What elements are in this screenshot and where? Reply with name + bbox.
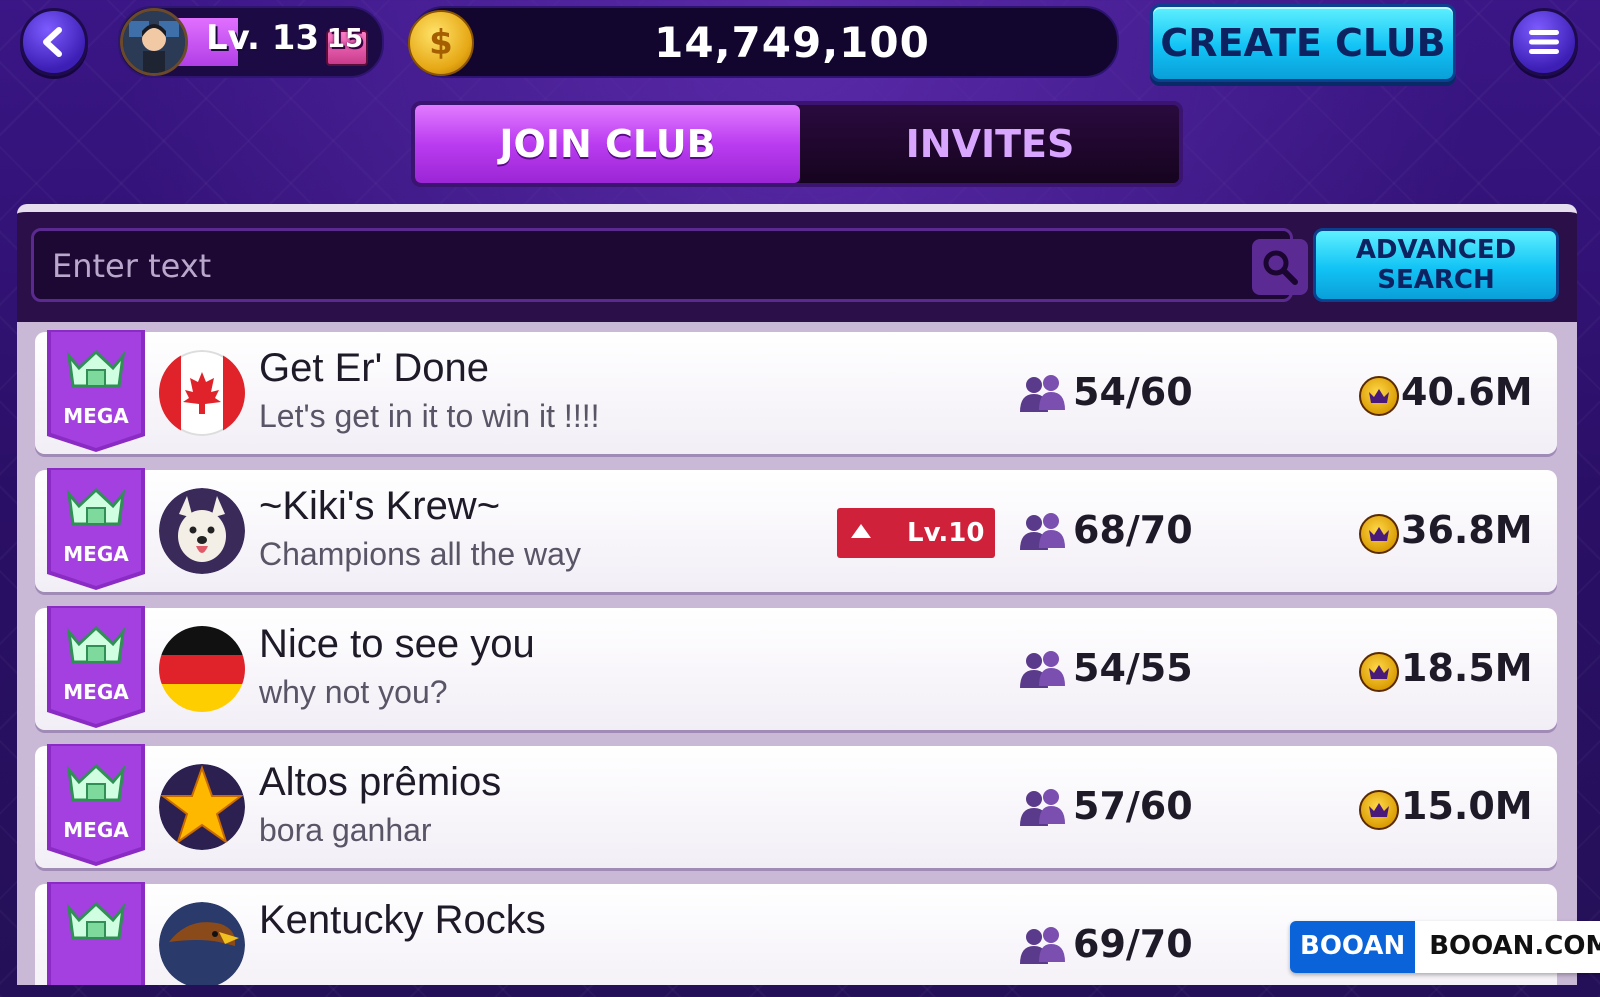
- club-name: Nice to see you: [259, 622, 535, 666]
- watermark: BOOAN BOOAN.COM: [1290, 921, 1600, 973]
- tab-invites[interactable]: INVITES: [800, 105, 1179, 183]
- club-points: 18.5M: [1401, 646, 1533, 690]
- club-members-count: 57/60: [1073, 784, 1193, 828]
- club-points: 40.6M: [1401, 370, 1533, 414]
- club-members-count: 68/70: [1073, 508, 1193, 552]
- club-dog-icon: [159, 488, 245, 574]
- members-icon: [1020, 651, 1065, 688]
- club-members-count: 69/70: [1073, 922, 1193, 966]
- club-name: Get Er' Done: [259, 346, 489, 390]
- club-motto: bora ganhar: [259, 812, 432, 848]
- club-star-icon: [159, 764, 245, 850]
- search-row: ADVANCED SEARCH: [17, 212, 1577, 322]
- club-motto: Let's get in it to win it !!!!: [259, 398, 600, 434]
- search-field: [31, 228, 1308, 302]
- hamburger-menu-icon: [1529, 30, 1559, 54]
- club-tabs: JOIN CLUB INVITES: [411, 101, 1183, 187]
- gift-count: 15: [326, 24, 364, 54]
- crown-icon: [1359, 790, 1399, 830]
- club-motto: why not you?: [259, 674, 448, 710]
- back-arrow-icon: [43, 27, 62, 57]
- coin-balance: 14,749,100: [654, 18, 930, 67]
- club-members-count: 54/60: [1073, 370, 1193, 414]
- mega-badge: [47, 882, 145, 985]
- members-icon: [1020, 375, 1065, 412]
- advanced-search-button[interactable]: ADVANCED SEARCH: [1313, 228, 1559, 302]
- crown-icon: [1359, 514, 1399, 554]
- club-list-panel: ADVANCED SEARCH MEGA: [17, 204, 1577, 985]
- mega-badge: MEGA: [47, 330, 145, 452]
- club-name: ~Kiki's Krew~: [259, 484, 501, 528]
- player-avatar[interactable]: [120, 8, 188, 76]
- club-row[interactable]: MEGA Altos prêmios bora ganhar 57/60 15.…: [35, 744, 1557, 868]
- crown-icon: [1359, 652, 1399, 692]
- menu-button[interactable]: [1510, 8, 1578, 76]
- club-points: 36.8M: [1401, 508, 1533, 552]
- player-level-pill[interactable]: Lv. 13 15: [118, 6, 384, 78]
- club-members-count: 54/55: [1073, 646, 1193, 690]
- club-eagle-icon: [159, 902, 245, 985]
- members-icon: [1020, 513, 1065, 550]
- gift-icon[interactable]: 15: [322, 14, 368, 66]
- tab-join-club[interactable]: JOIN CLUB: [415, 105, 800, 183]
- mega-badge: MEGA: [47, 468, 145, 590]
- level-requirement-badge: Lv.10: [837, 508, 995, 558]
- coin-balance-bar[interactable]: $ 14,749,100: [408, 6, 1119, 78]
- watermark-domain: BOOAN.COM: [1415, 921, 1600, 973]
- members-icon: [1020, 789, 1065, 826]
- club-name: Altos prêmios: [259, 760, 502, 804]
- mega-badge: MEGA: [47, 606, 145, 728]
- club-flag-icon: [159, 350, 245, 436]
- watermark-logo: BOOAN: [1290, 921, 1416, 973]
- members-icon: [1020, 927, 1065, 964]
- club-row[interactable]: MEGA Get Er' Done Let's get in it to win…: [35, 330, 1557, 454]
- club-name: Kentucky Rocks: [259, 898, 546, 942]
- up-arrow-icon: [851, 524, 871, 538]
- club-row[interactable]: MEGA Nice to see you why not you? 54/55 …: [35, 606, 1557, 730]
- search-input[interactable]: [50, 235, 1234, 297]
- club-row[interactable]: MEGA ~Kiki's Krew~ Champions all the way…: [35, 468, 1557, 592]
- club-motto: Champions all the way: [259, 536, 581, 572]
- create-club-button[interactable]: CREATE CLUB: [1150, 4, 1456, 82]
- crown-icon: [1359, 376, 1399, 416]
- player-level-label: Lv. 13: [206, 18, 320, 58]
- search-icon: [1263, 250, 1298, 285]
- mega-badge: MEGA: [47, 744, 145, 866]
- back-button[interactable]: [20, 8, 88, 76]
- search-button[interactable]: [1252, 239, 1308, 295]
- club-points: 15.0M: [1401, 784, 1533, 828]
- club-flag-icon: [159, 626, 245, 712]
